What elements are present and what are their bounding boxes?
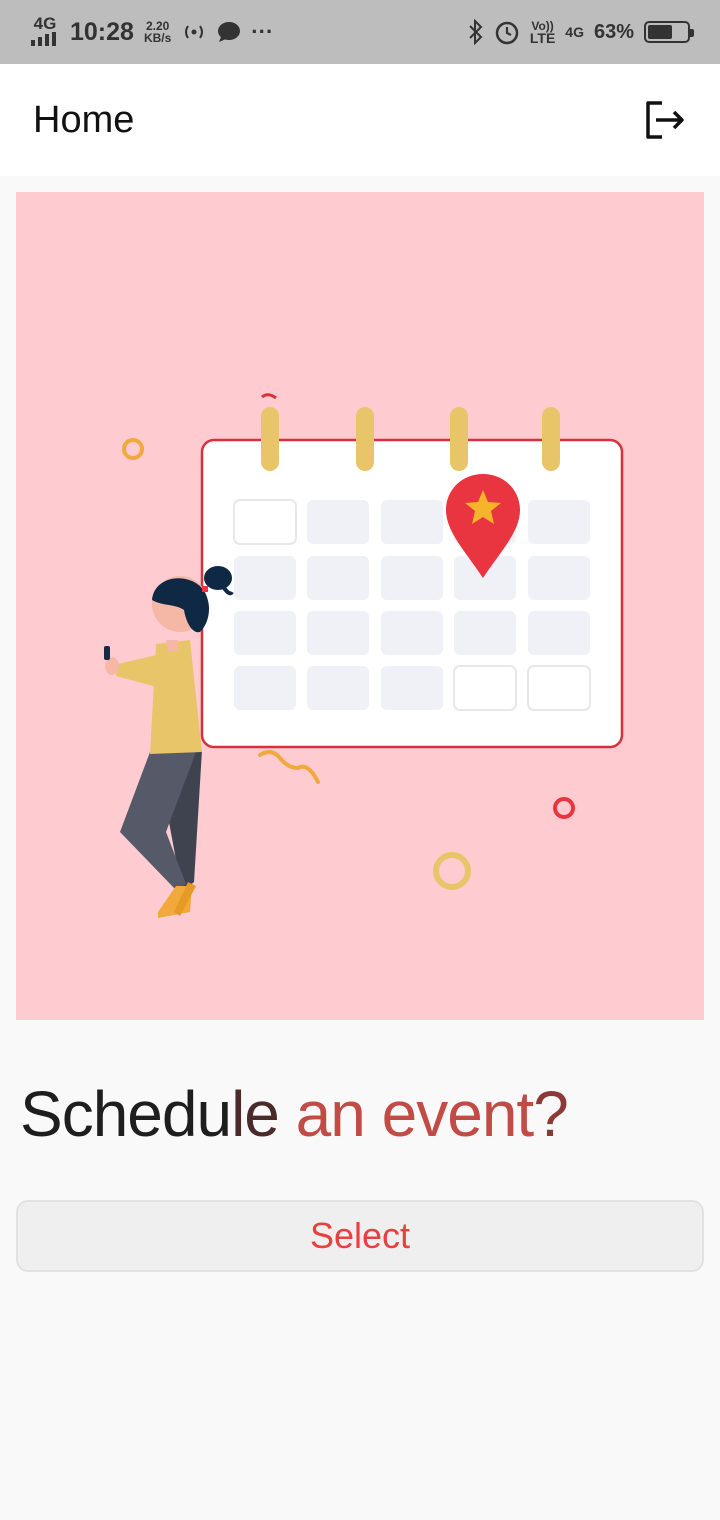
headline-part-4: ? (533, 1078, 569, 1150)
calendar-graphic (200, 393, 624, 749)
headline-part-3: an event (295, 1078, 535, 1150)
calendar-cell (234, 611, 296, 655)
calendar-cell (307, 556, 369, 600)
ring-decoration-red (553, 797, 575, 819)
calendar-cell (528, 556, 590, 600)
calendar-cell (381, 500, 443, 544)
network-speed: 2.20 KB/s (144, 20, 171, 44)
battery-percent: 63% (593, 20, 634, 43)
chat-icon (218, 22, 241, 42)
page-title: Home (33, 98, 135, 141)
ring-decoration-large (433, 852, 471, 890)
calendar-cell (234, 666, 296, 710)
status-left: 4G 10:28 2.20 KB/s ··· (30, 13, 274, 49)
calendar-cell (527, 665, 591, 711)
calendar-cell (307, 611, 369, 655)
logout-icon (646, 101, 684, 139)
ring-decoration (122, 438, 144, 460)
select-button[interactable]: Select (16, 1200, 704, 1272)
calendar-cell (381, 666, 443, 710)
calendar-cell (528, 500, 590, 544)
app-bar: Home (0, 64, 720, 176)
calendar-cell (307, 500, 369, 544)
headline-part-1: Schedu (20, 1078, 232, 1150)
logout-button[interactable] (642, 97, 688, 143)
bluetooth-icon (469, 19, 483, 45)
signal-icon (31, 31, 56, 46)
network-indicator: 4G (30, 13, 60, 49)
calendar-cell (454, 611, 516, 655)
battery-fill (648, 25, 672, 39)
calendar-cell (233, 499, 297, 545)
calendar-cell (307, 666, 369, 710)
hero-illustration (16, 192, 704, 1020)
clock: 10:28 (70, 17, 134, 46)
status-right: Vo)) LTE 4G 63% (468, 19, 694, 46)
headline-part-2: le (231, 1078, 296, 1150)
calendar-cell (453, 665, 517, 711)
volte-bottom: LTE (529, 30, 556, 46)
calendar-cell (528, 611, 590, 655)
more-notifications-icon: ··· (251, 19, 274, 44)
alarm-icon (495, 21, 519, 45)
battery-icon (644, 21, 694, 43)
squiggle-decoration (258, 750, 320, 784)
hotspot-icon (185, 25, 204, 39)
speed-unit: KB/s (143, 31, 172, 45)
status-bar: 4G 10:28 2.20 KB/s ··· Vo)) LTE 4G 63% (0, 0, 720, 64)
network-label: 4G (33, 13, 57, 33)
calendar-cell (381, 556, 443, 600)
calendar-cell (381, 611, 443, 655)
select-button-label: Select (309, 1215, 411, 1256)
volte-indicator: Vo)) LTE (529, 20, 556, 46)
network-label-secondary: 4G (565, 24, 584, 40)
calendar-illustration (104, 393, 624, 918)
calendar-cell (234, 556, 296, 600)
headline: Schedule an event? (20, 1078, 569, 1150)
